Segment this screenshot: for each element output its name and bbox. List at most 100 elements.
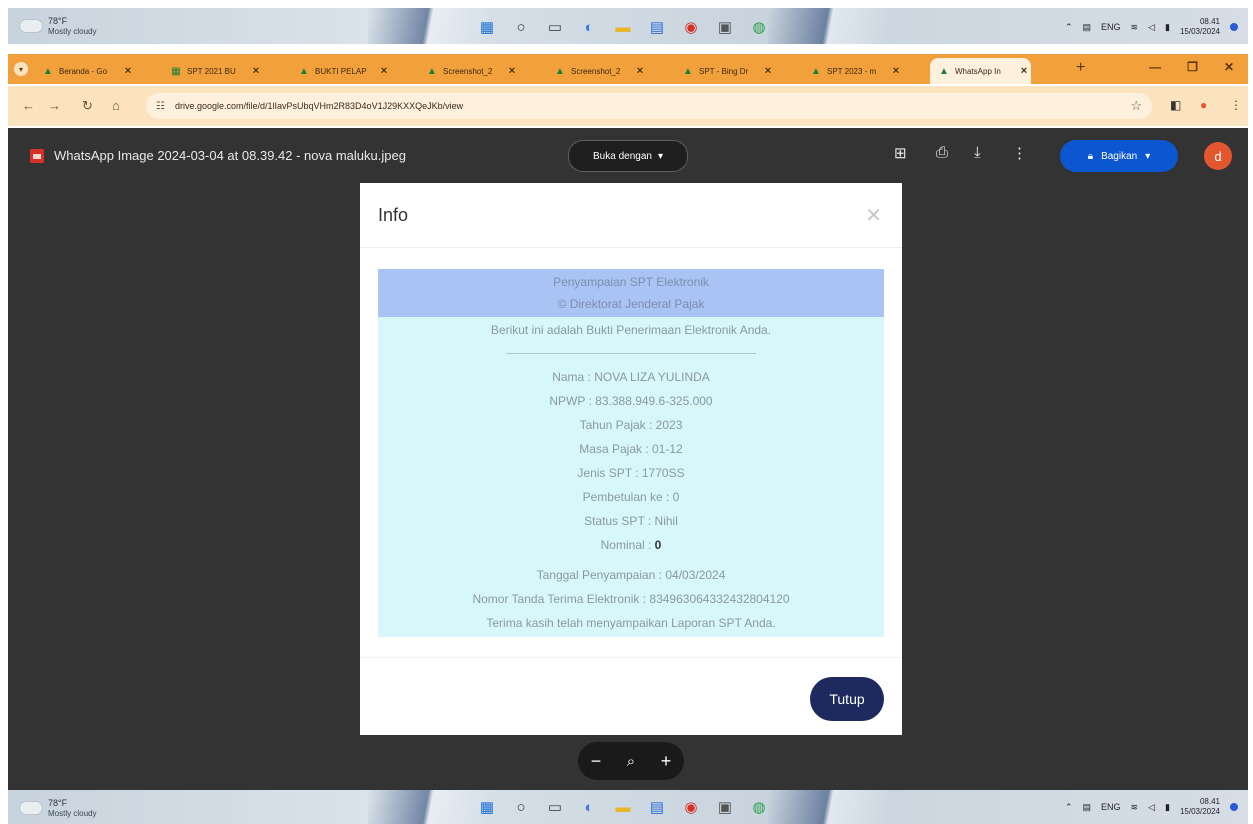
avatar[interactable]: d [1204, 142, 1232, 170]
battery-icon[interactable]: ▮ [1165, 802, 1170, 813]
task-view-icon[interactable]: ▭ [542, 14, 568, 40]
chevron-up-icon[interactable]: ⌃ [1065, 802, 1073, 813]
field-tahun-pajak: Tahun Pajak : 2023 [579, 418, 683, 432]
restore-icon[interactable]: ❐ [1187, 60, 1198, 74]
more-options-icon[interactable]: ⋮ [1012, 144, 1027, 162]
chevron-up-icon[interactable]: ⌃ [1065, 22, 1073, 33]
reload-icon[interactable]: ↻ [82, 98, 93, 114]
close-button[interactable]: Tutup [810, 677, 884, 721]
field-masa-pajak: Masa Pajak : 01-12 [579, 442, 683, 456]
receipt-panel: Penyampaian SPT Elektronik © Direktorat … [378, 269, 884, 637]
tab-close-icon[interactable]: × [1017, 65, 1031, 77]
field-nomor-tanda-terima: Nomor Tanda Terima Elektronik : 83496306… [472, 592, 790, 606]
tab-close-icon[interactable]: × [249, 65, 263, 77]
close-window-icon[interactable]: ✕ [1224, 60, 1234, 74]
profile-icon[interactable]: ● [1200, 98, 1207, 112]
share-label: Bagikan [1101, 150, 1138, 162]
browser-tab[interactable]: ▦ SPT 2021 BU × [162, 58, 263, 84]
tab-close-icon[interactable]: × [889, 65, 903, 77]
add-shortcut-icon[interactable]: ⊞ [894, 144, 907, 162]
menu-kebab-icon[interactable]: ⋮ [1230, 98, 1242, 112]
volume-icon[interactable]: ◁ [1148, 802, 1155, 813]
print-icon[interactable]: ⎙ [936, 144, 948, 161]
wifi-icon[interactable]: ≋ [1131, 802, 1139, 813]
store-icon[interactable]: ▤ [644, 794, 670, 820]
whatsapp-icon[interactable]: ◍ [746, 14, 772, 40]
notification-icon[interactable] [1230, 803, 1238, 811]
browser-tab[interactable]: ▲ WhatsApp In × [930, 58, 1031, 84]
caret-down-icon: ▾ [657, 150, 663, 162]
drive-icon: ▲ [939, 65, 949, 77]
tab-close-icon[interactable]: × [505, 65, 519, 77]
wallpaper-stripe [368, 8, 488, 44]
browser-tab[interactable]: ▲ Screenshot_2 × [418, 58, 519, 84]
forward-icon[interactable]: → [48, 98, 61, 113]
receipt-intro: Berikut ini adalah Bukti Penerimaan Elek… [490, 323, 772, 337]
clock[interactable]: 08.41 15/03/2024 [1180, 797, 1220, 817]
tab-title: SPT - Bing Dr [699, 66, 749, 76]
weather-widget[interactable]: 78°F Mostly cloudy [16, 14, 136, 40]
wifi-icon[interactable]: ≋ [1131, 22, 1139, 33]
address-bar[interactable]: ☷ drive.google.com/file/d/1lIavPsUbqVHm2… [146, 93, 1152, 119]
home-icon[interactable]: ⌂ [112, 98, 120, 113]
zoom-in-icon[interactable]: + [661, 751, 672, 772]
bookmark-star-icon[interactable]: ☆ [1130, 98, 1142, 114]
close-icon[interactable]: ✕ [865, 203, 882, 228]
tab-close-icon[interactable]: × [377, 65, 391, 77]
browser-tab[interactable]: ▲ Beranda - Go × [34, 58, 135, 84]
tab-search-icon[interactable]: ▾ [14, 62, 28, 76]
drive-icon: ▲ [427, 65, 437, 77]
tab-close-icon[interactable]: × [761, 65, 775, 77]
weather-widget[interactable]: 78°F Mostly cloudy [16, 796, 136, 822]
clock[interactable]: 08.41 15/03/2024 [1180, 17, 1220, 37]
chrome-icon[interactable]: ◉ [678, 794, 704, 820]
zoom-out-icon[interactable]: − [591, 751, 602, 772]
browser-tab[interactable]: ▲ SPT - Bing Dr × [674, 58, 775, 84]
camera-icon[interactable]: ▣ [712, 794, 738, 820]
new-tab-button[interactable]: + [1076, 59, 1085, 77]
tab-close-icon[interactable]: × [633, 65, 647, 77]
file-explorer-icon[interactable]: ▬ [610, 794, 636, 820]
chrome-icon[interactable]: ◉ [678, 14, 704, 40]
copilot-icon[interactable]: ◐ [576, 14, 602, 40]
zoom-controls: − ⌕ + [578, 742, 684, 780]
url-text[interactable]: drive.google.com/file/d/1lIavPsUbqVHm2R8… [175, 101, 463, 111]
browser-tab[interactable]: ▲ BUKTI PELAP × [290, 58, 391, 84]
camera-icon[interactable]: ▣ [712, 14, 738, 40]
weather-desc: Mostly cloudy [48, 27, 97, 36]
open-with-button[interactable]: Buka dengan ▾ [568, 140, 688, 172]
whatsapp-icon[interactable]: ◍ [746, 794, 772, 820]
lock-icon: 🔒︎ [1087, 150, 1094, 162]
zoom-icon[interactable]: ⌕ [627, 753, 635, 770]
download-icon[interactable]: ⤓ [974, 144, 981, 161]
file-explorer-icon[interactable]: ▬ [610, 14, 636, 40]
search-icon[interactable]: ○ [508, 14, 534, 40]
notification-icon[interactable] [1230, 23, 1238, 31]
browser-tab[interactable]: ▲ SPT 2023 - m × [802, 58, 903, 84]
share-button[interactable]: 🔒︎ Bagikan ▾ [1060, 140, 1178, 172]
task-view-icon[interactable]: ▭ [542, 794, 568, 820]
windows-start-icon[interactable]: ▦ [474, 14, 500, 40]
keyboard-icon[interactable]: ▤ [1083, 802, 1092, 813]
language-indicator[interactable]: ENG [1101, 802, 1121, 812]
keyboard-icon[interactable]: ▤ [1083, 22, 1092, 33]
tab-title: Beranda - Go [59, 66, 108, 76]
search-icon[interactable]: ○ [508, 794, 534, 820]
minimize-icon[interactable]: — [1149, 60, 1161, 74]
cloud-icon [20, 802, 42, 814]
site-info-icon[interactable]: ☷ [156, 101, 165, 112]
nominal-value: 0 [654, 538, 662, 552]
tab-close-icon[interactable]: × [121, 65, 135, 77]
wallpaper-stripe [368, 790, 488, 824]
field-nama: Nama : NOVA LIZA YULINDA [552, 370, 710, 384]
store-icon[interactable]: ▤ [644, 14, 670, 40]
windows-start-icon[interactable]: ▦ [474, 794, 500, 820]
browser-tab[interactable]: ▲ Screenshot_2 × [546, 58, 647, 84]
tab-title: SPT 2023 - m [827, 66, 877, 76]
copilot-icon[interactable]: ◐ [576, 794, 602, 820]
volume-icon[interactable]: ◁ [1148, 22, 1155, 33]
back-icon[interactable]: ← [22, 98, 35, 113]
language-indicator[interactable]: ENG [1101, 22, 1121, 32]
side-panel-icon[interactable]: ◧ [1170, 98, 1181, 112]
battery-icon[interactable]: ▮ [1165, 22, 1170, 33]
